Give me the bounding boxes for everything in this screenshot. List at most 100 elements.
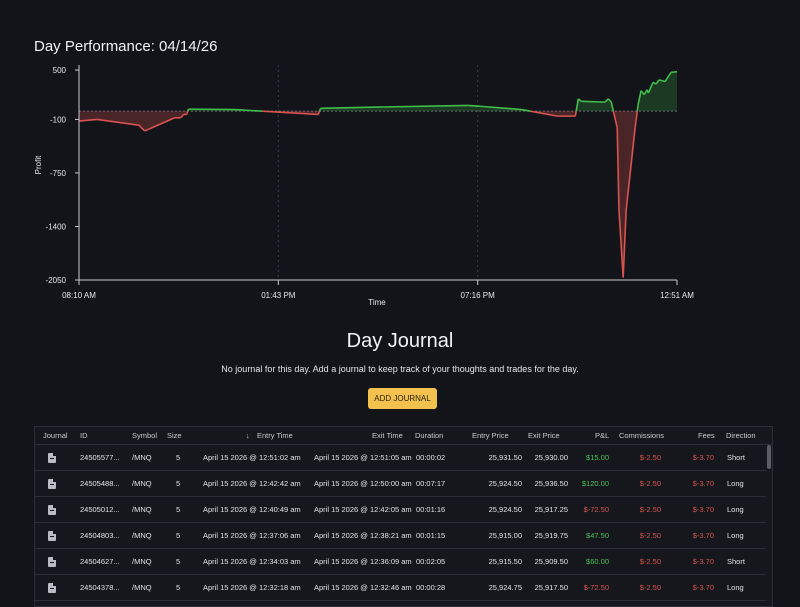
cell-pnl: $-72.50 xyxy=(580,505,609,514)
header-exit-price[interactable]: Exit Price xyxy=(528,431,560,440)
journal-doc-icon[interactable] xyxy=(48,453,56,463)
cell-id: 24505488... xyxy=(80,479,120,488)
cell-id: 24504803... xyxy=(80,531,120,540)
area-segment xyxy=(175,111,181,118)
header-exit-time[interactable]: Exit Time xyxy=(372,431,403,440)
chart-area xyxy=(79,72,677,278)
series-line-segment xyxy=(187,111,188,114)
cell-entry-price: 25,931.50 xyxy=(475,453,522,462)
journal-doc-icon[interactable] xyxy=(48,479,56,489)
table-row[interactable]: 24505488.../MNQ5April 15 2026 @ 12:42:42… xyxy=(35,471,766,497)
cell-duration: 00:07:17 xyxy=(416,479,445,488)
table-scrollbar[interactable] xyxy=(767,445,771,469)
series-line-segment xyxy=(188,109,189,111)
cell-exit-price: 25,909.50 xyxy=(526,557,568,566)
area-segment xyxy=(653,82,656,111)
cell-symbol: /MNQ xyxy=(132,453,152,462)
x-tick-label: 12:51 AM xyxy=(660,291,694,300)
cell-pnl: $-72.50 xyxy=(580,583,609,592)
cell-exit-time: April 15 2026 @ 12:38:21 am xyxy=(314,531,412,540)
table-row[interactable]: 24505577.../MNQ5April 15 2026 @ 12:51:02… xyxy=(35,445,766,471)
cell-symbol: /MNQ xyxy=(132,531,152,540)
header-symbol[interactable]: Symbol xyxy=(132,431,157,440)
header-journal[interactable]: Journal xyxy=(43,431,68,440)
header-size[interactable]: Size xyxy=(167,431,182,440)
cell-duration: 00:00:28 xyxy=(416,583,445,592)
cell-entry-price: 25,915.00 xyxy=(475,531,522,540)
cell-exit-price: 25,936.50 xyxy=(526,479,568,488)
table-row[interactable]: 24504627.../MNQ5April 15 2026 @ 12:34:03… xyxy=(35,549,766,575)
header-commissions[interactable]: Commissions xyxy=(619,431,664,440)
cell-fees: $-3.70 xyxy=(691,531,714,540)
cell-size: 5 xyxy=(176,505,180,514)
header-duration[interactable]: Duration xyxy=(415,431,443,440)
cell-size: 5 xyxy=(176,557,180,566)
cell-duration: 00:02:05 xyxy=(416,557,445,566)
area-segment xyxy=(659,80,665,111)
cell-size: 5 xyxy=(176,479,180,488)
area-segment xyxy=(671,72,677,112)
header-id[interactable]: ID xyxy=(80,431,88,440)
cell-pnl: $120.00 xyxy=(580,479,609,488)
trades-table: Journal ID Symbol Size ↓ Entry Time Exit… xyxy=(34,426,773,607)
cell-commissions: $-2.50 xyxy=(639,505,661,514)
cell-exit-time: April 15 2026 @ 12:51:05 am xyxy=(314,453,412,462)
cell-fees: $-3.70 xyxy=(691,557,714,566)
journal-doc-icon[interactable] xyxy=(48,557,56,567)
x-tick-label: 07:16 PM xyxy=(461,291,496,300)
cell-exit-price: 25,917.25 xyxy=(526,505,568,514)
table-row[interactable]: 24505012.../MNQ5April 15 2026 @ 12:40:49… xyxy=(35,497,766,523)
series-line-segment xyxy=(319,108,320,111)
add-journal-button[interactable]: ADD JOURNAL xyxy=(368,388,437,409)
cell-pnl: $47.50 xyxy=(580,531,609,540)
cell-commissions: $-2.50 xyxy=(639,557,661,566)
cell-symbol: /MNQ xyxy=(132,479,152,488)
y-tick-label: 500 xyxy=(53,66,67,75)
cell-duration: 00:01:16 xyxy=(416,505,445,514)
cell-size: 5 xyxy=(176,583,180,592)
table-row[interactable]: 24504378.../MNQ5April 15 2026 @ 12:32:18… xyxy=(35,575,766,601)
cell-id: 24505012... xyxy=(80,505,120,514)
header-entry-price[interactable]: Entry Price xyxy=(472,431,509,440)
cell-direction: Short xyxy=(727,453,745,462)
journal-doc-icon[interactable] xyxy=(48,505,56,515)
x-tick-label: 08:10 AM xyxy=(62,291,96,300)
header-direction[interactable]: Direction xyxy=(726,431,756,440)
cell-symbol: /MNQ xyxy=(132,505,152,514)
cell-exit-time: April 15 2026 @ 12:36:09 am xyxy=(314,557,412,566)
cell-direction: Long xyxy=(727,531,744,540)
header-entry-time[interactable]: Entry Time xyxy=(257,431,293,440)
table-row[interactable]: 24504803.../MNQ5April 15 2026 @ 12:37:06… xyxy=(35,523,766,549)
cell-entry-price: 25,924.50 xyxy=(475,479,522,488)
cell-direction: Long xyxy=(727,479,744,488)
cell-entry-time: April 15 2026 @ 12:32:18 am xyxy=(203,583,301,592)
chart-axes: 500-100-750-1400-205008:10 AM01:43 PM07:… xyxy=(46,65,695,300)
header-pnl[interactable]: P&L xyxy=(595,431,609,440)
journal-doc-icon[interactable] xyxy=(48,583,56,593)
y-axis-label: Profit xyxy=(34,155,43,174)
cell-fees: $-3.70 xyxy=(691,453,714,462)
journal-doc-icon[interactable] xyxy=(48,531,56,541)
cell-fees: $-3.70 xyxy=(691,583,714,592)
cell-exit-price: 25,930.00 xyxy=(526,453,568,462)
y-tick-label: -2050 xyxy=(46,276,67,285)
cell-exit-price: 25,917.50 xyxy=(526,583,568,592)
cell-symbol: /MNQ xyxy=(132,557,152,566)
cell-direction: Short xyxy=(727,557,745,566)
y-tick-label: -750 xyxy=(50,169,67,178)
cell-id: 24504627... xyxy=(80,557,120,566)
series-line-segment xyxy=(575,111,576,116)
cell-exit-time: April 15 2026 @ 12:32:46 am xyxy=(314,583,412,592)
y-tick-label: -100 xyxy=(50,115,67,124)
cell-entry-price: 25,915.50 xyxy=(475,557,522,566)
cell-size: 5 xyxy=(176,531,180,540)
cell-size: 5 xyxy=(176,453,180,462)
cell-duration: 00:01:15 xyxy=(416,531,445,540)
cell-symbol: /MNQ xyxy=(132,583,152,592)
cell-direction: Long xyxy=(727,583,744,592)
cell-fees: $-3.70 xyxy=(691,479,714,488)
sort-down-icon: ↓ xyxy=(246,431,250,440)
series-line-segment xyxy=(468,105,480,106)
header-fees[interactable]: Fees xyxy=(698,431,715,440)
cell-exit-price: 25,919.75 xyxy=(526,531,568,540)
